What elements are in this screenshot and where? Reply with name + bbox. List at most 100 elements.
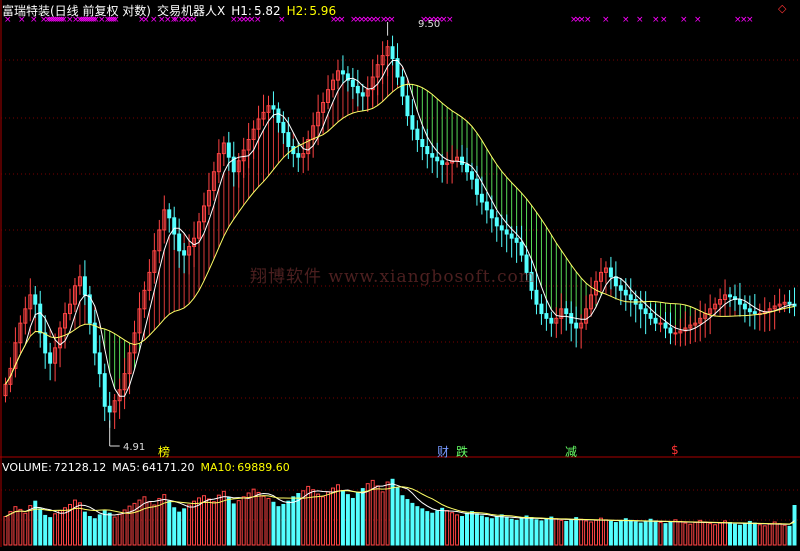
event-marker[interactable]: 榜 [158,443,170,460]
volume-bar [554,518,559,546]
candle-body [465,163,469,173]
volume-bar [281,503,286,546]
volume-bar [340,490,345,546]
volume-bar [226,496,231,546]
candle-body [728,294,732,298]
volume-bar [489,518,494,546]
diamond-icon[interactable]: ◇ [778,2,786,15]
volume-bar [311,489,316,546]
candle-body [226,142,231,158]
volume-ma5-line [5,483,795,525]
volume-bar [718,522,723,546]
price-header: 富瑞特装(日线 前复权 对数) 交易机器人X H1: 5.82 H2: 5.96 [2,2,342,19]
ma10-value: 69889.60 [237,461,290,474]
volume-bar [365,483,370,546]
event-marker[interactable]: 跌 [456,443,468,460]
volume-bar [355,491,360,546]
volume-bar [787,525,792,546]
volume-bar [92,518,97,546]
h1-label: H1: [231,4,252,18]
candle-body [48,352,53,364]
volume-bar [167,500,172,546]
candle-body [400,76,405,97]
volume-bar [28,505,33,546]
candle-body [569,313,574,324]
volume-bar [445,510,450,546]
event-marker[interactable]: 财 [437,443,449,460]
candle-body [628,294,633,301]
volume-bar [82,511,87,546]
event-marker[interactable]: $ [671,443,679,457]
candle-body [643,308,648,315]
volume-bar [122,509,127,546]
volume-bar [643,520,648,546]
volume-bar [688,523,693,546]
volume-bar [345,494,350,546]
volume-bar [3,516,8,546]
volume-bar [544,518,549,546]
volume-bar [534,519,539,546]
low-annotation: 4.91 [123,442,146,453]
chart-title: 富瑞特装(日线 前复权 对数) [2,4,151,18]
volume-bar [241,496,246,546]
volume-bar [663,523,668,546]
candle-body [33,294,38,305]
trade-marker: × [388,15,396,25]
candle-body [564,308,569,315]
volume-bar [425,511,430,546]
candle-body [415,128,420,141]
volume-bar [53,513,58,546]
volume-bar [435,510,440,546]
volume-bar [182,508,187,546]
volume-bar [499,514,504,546]
volume-bar [306,485,311,546]
volume-bar [18,508,23,546]
volume-bar [87,516,92,546]
volume-bar [603,519,608,546]
h2-value: 5.96 [309,4,337,18]
volume-bar [589,521,594,546]
volume-bar [172,507,177,546]
volume-bar [549,516,554,546]
volume-bar [420,508,425,546]
candle-body [340,70,345,75]
volume-bar [276,506,281,546]
volume-bar [440,507,445,546]
volume-bar [584,520,589,546]
volume-bar [703,521,708,546]
candle-body [489,209,494,219]
candle-body [425,146,430,155]
volume-bar [504,516,509,546]
event-marker[interactable]: 减 [565,443,577,460]
volume-bar [673,519,678,546]
volume-bar [286,500,291,546]
candle-body [509,233,514,239]
volume-header: VOLUME: 72128.12 MA5: 64171.20 MA10: 69889.60 [2,461,296,474]
candle-body [737,299,742,305]
candle-body [296,153,301,158]
candle-body [182,250,187,256]
volume-bar [693,522,698,546]
candle-body [440,160,445,165]
volume-bar [291,496,296,546]
candle-body [281,121,286,134]
volume-bar [395,487,400,546]
high-annotation: 9.50 [418,19,441,30]
ma5-label: MA5: [112,461,141,474]
volume-bar [479,515,484,546]
candle-body [742,303,747,310]
volume-bar [350,497,355,546]
volume-bar [638,522,643,546]
volume-bar [469,511,474,546]
volume-bar [177,511,182,546]
volume-bar [321,496,326,546]
candle-body [405,95,410,117]
volume-bar [509,518,514,546]
volume-bar [524,515,529,546]
candle-body [390,46,395,60]
candle-body [668,327,673,334]
candle-body [435,156,440,162]
volume-bar [539,520,544,546]
trade-marker: × [680,15,688,25]
candle-body [519,241,524,256]
